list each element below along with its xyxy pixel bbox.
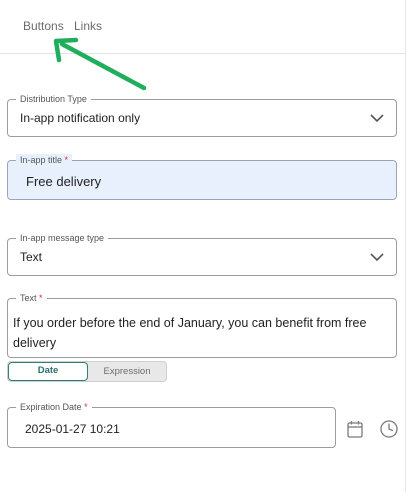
message-type-select[interactable]: In-app message type Text	[7, 232, 397, 276]
inapp-title-value: Free delivery	[26, 174, 102, 189]
inapp-title-label: In-app title *	[16, 154, 73, 166]
distribution-type-value: In-app notification only	[20, 111, 141, 125]
chevron-down-icon	[370, 253, 384, 262]
text-textarea[interactable]: Text * If you order before the end of Ja…	[7, 292, 397, 358]
distribution-type-label: Distribution Type	[16, 93, 91, 105]
calendar-icon[interactable]	[347, 420, 363, 438]
text-label: Text *	[16, 292, 47, 304]
clock-icon[interactable]	[379, 419, 399, 439]
distribution-type-select[interactable]: Distribution Type In-app notification on…	[7, 93, 397, 137]
chevron-down-icon	[370, 114, 384, 123]
tab-links[interactable]: Links	[74, 19, 102, 33]
text-value: If you order before the end of January, …	[13, 316, 367, 350]
expiration-date-value: 2025-01-27 10:21	[25, 422, 120, 436]
tab-buttons[interactable]: Buttons	[23, 19, 64, 33]
expiration-date-input[interactable]: Expiration Date * 2025-01-27 10:21	[7, 401, 336, 448]
expiration-date-label: Expiration Date *	[16, 401, 92, 413]
date-expression-toggle: Expression Date	[7, 361, 167, 382]
panel: Buttons Links Distribution Type In-app n…	[0, 0, 406, 492]
message-type-value: Text	[20, 250, 43, 264]
message-type-label: In-app message type	[16, 232, 109, 244]
inapp-title-input[interactable]: In-app title * Free delivery	[7, 154, 397, 200]
arrow-annotation	[53, 37, 147, 91]
date-toggle-button[interactable]: Date	[8, 362, 88, 381]
expression-toggle-button[interactable]: Expression	[88, 362, 166, 381]
